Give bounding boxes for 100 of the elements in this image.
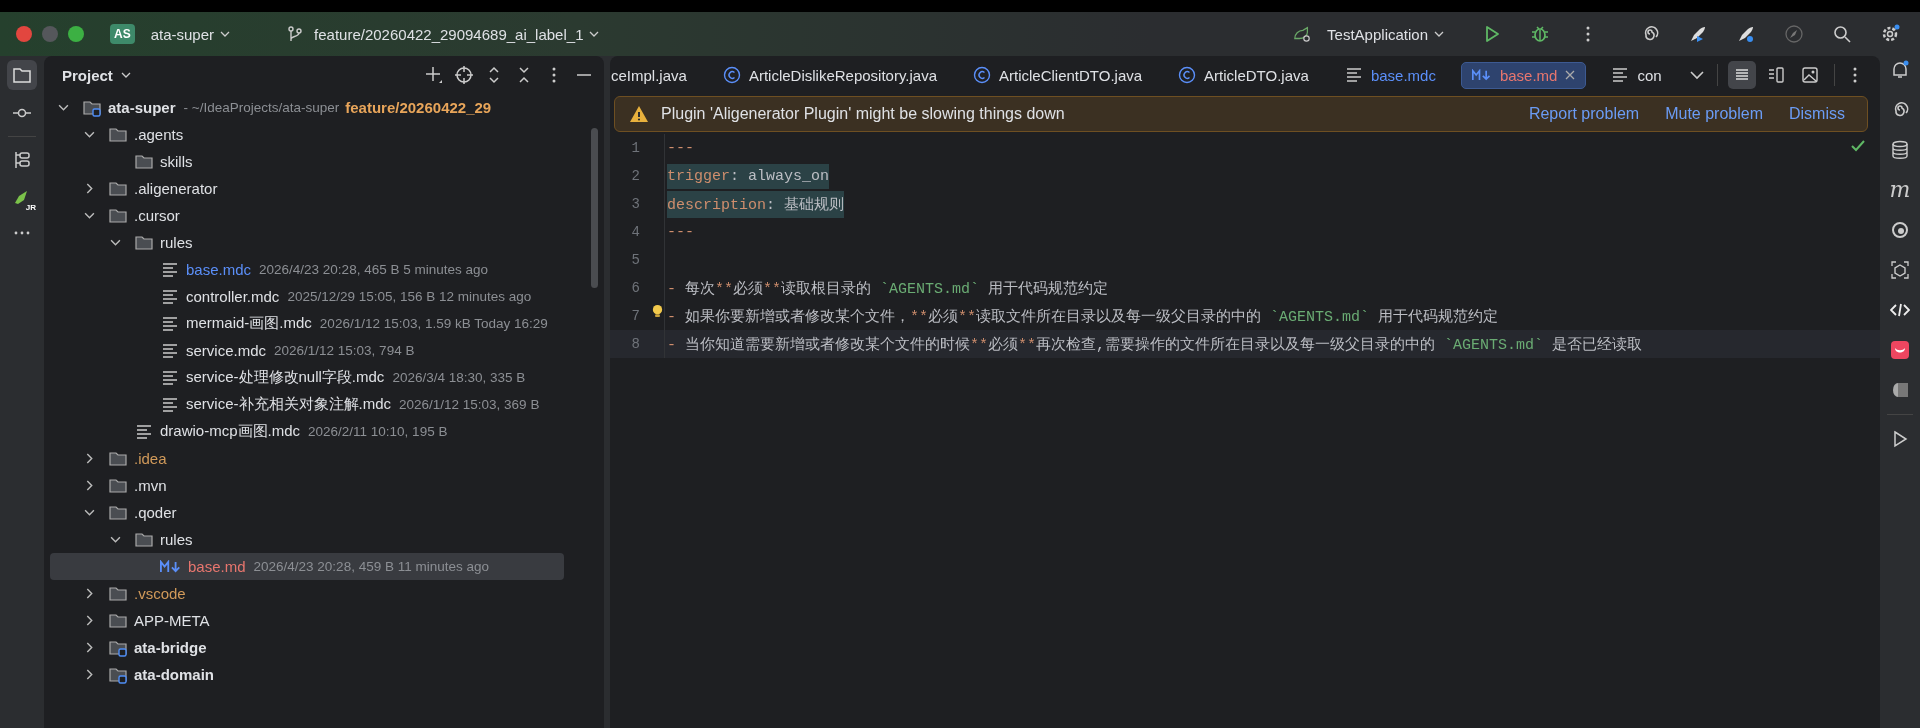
folder-icon — [108, 206, 128, 225]
editor-tab[interactable]: base.mdc — [1333, 61, 1447, 89]
notifications-icon[interactable] — [1890, 60, 1910, 80]
item-name: mermaid-画图.mdc — [186, 314, 312, 333]
cylinder-icon[interactable] — [1890, 380, 1910, 400]
close-icon[interactable] — [1565, 70, 1576, 80]
notification-link[interactable]: Dismiss — [1789, 105, 1845, 123]
panel-view-dropdown[interactable]: Project — [56, 65, 137, 85]
text-file-icon — [1611, 66, 1630, 84]
tree-item[interactable]: rules — [50, 526, 564, 553]
tree-item[interactable]: APP-META — [50, 607, 564, 634]
tree-item[interactable]: ata-super - ~/IdeaProjects/ata-super feature/20260422_29 — [50, 94, 564, 121]
text-file-icon — [160, 395, 180, 414]
lightbulb-icon[interactable] — [651, 304, 664, 319]
chevron-icon[interactable] — [109, 534, 121, 545]
add-icon[interactable] — [424, 65, 444, 85]
editor-tab[interactable]: ArticleClientDTO.java — [962, 61, 1154, 89]
tree-item[interactable]: .vscode — [50, 580, 564, 607]
text-file-icon — [160, 287, 180, 306]
item-name: drawio-mcp画图.mdc — [160, 422, 301, 441]
current-workspace-dropdown[interactable]: ata-super — [146, 25, 235, 43]
tree-item[interactable]: base.mdc 2026/4/23 20:28, 465 B 5 minutes ago — [50, 256, 564, 283]
plugin-label: JR — [25, 203, 36, 212]
close-window-icon[interactable] — [16, 26, 32, 42]
module-folder-icon — [82, 98, 102, 117]
chevron-icon[interactable] — [83, 507, 95, 518]
tree-item[interactable]: .agents — [50, 121, 564, 148]
swirl-icon[interactable] — [1890, 220, 1910, 240]
tree-item[interactable]: .qoder — [50, 499, 564, 526]
text-file-icon — [160, 260, 180, 279]
cube-icon[interactable] — [1890, 260, 1910, 280]
editor-tab[interactable]: ceImpl.java — [610, 61, 698, 89]
tree-item[interactable]: drawio-mcp画图.mdc 2026/2/11 10:10, 195 B — [50, 418, 564, 445]
markdown-icon — [160, 560, 182, 573]
tree-item[interactable]: .cursor — [50, 202, 564, 229]
tree-item[interactable]: controller.mdc 2025/12/29 15:05, 156 B 12 minutes ago — [50, 283, 564, 310]
tree-item[interactable]: service-处理修改null字段.mdc 2026/3/4 18:30, 335 B — [50, 364, 564, 391]
item-name: ata-bridge — [134, 639, 207, 656]
notification-link[interactable]: Mute problem — [1665, 105, 1763, 123]
class-icon — [722, 66, 741, 84]
bug-icon[interactable] — [1530, 24, 1550, 44]
text-file-icon — [134, 422, 154, 441]
code-line: - 当你知道需要新增或者修改某个文件的时候**必须**再次检查,需要操作的文件所在目录以及每一级父目录的中的 `AGENTS.md` 是否已经读取 — [667, 335, 1643, 356]
item-name: .cursor — [134, 207, 180, 224]
tree-item[interactable]: .mvn — [50, 472, 564, 499]
settings-icon[interactable] — [1880, 24, 1900, 44]
locate-icon[interactable] — [454, 65, 474, 85]
run-config-selector[interactable]: TestApplication — [1323, 25, 1448, 43]
tree-item[interactable]: ata-domain — [50, 661, 564, 688]
chevron-icon[interactable] — [57, 102, 69, 113]
tree-item[interactable]: .aligenerator — [50, 175, 564, 202]
chevron-icon[interactable] — [83, 129, 95, 140]
tree-item[interactable]: .idea — [50, 445, 564, 472]
project-tool-button[interactable] — [7, 60, 37, 90]
editor-tab[interactable]: ArticleDislikeRepository.java — [711, 61, 948, 89]
fullscreen-window-icon[interactable] — [68, 26, 84, 42]
structure-icon — [12, 150, 32, 170]
plugin-tool-button[interactable]: JR — [7, 183, 37, 213]
tree-item[interactable]: service.mdc 2026/1/12 15:03, 794 B — [50, 337, 564, 364]
editor-mode-button[interactable] — [1727, 61, 1756, 89]
item-name: rules — [160, 531, 193, 548]
item-name: rules — [160, 234, 193, 251]
folder-icon — [108, 449, 128, 468]
tree-item[interactable]: service-补充相关对象注解.mdc 2026/1/12 15:03, 369 B — [50, 391, 564, 418]
item-name: APP-META — [134, 612, 210, 629]
plugin-icon[interactable] — [1890, 340, 1910, 360]
item-name: service-处理修改null字段.mdc — [186, 368, 385, 387]
chevron-icon[interactable] — [109, 237, 121, 248]
item-name: .agents — [134, 126, 184, 143]
item-name: controller.mdc — [186, 288, 280, 305]
folder-icon — [108, 611, 128, 630]
search-icon[interactable] — [1832, 24, 1852, 44]
tree-item[interactable]: rules — [50, 229, 564, 256]
editor-tab[interactable]: ArticleDTO.java — [1167, 61, 1320, 89]
tree-item[interactable]: base.md 2026/4/23 20:28, 459 B 11 minutes ago — [50, 553, 564, 580]
branch-selector[interactable]: feature/20260422_29094689_ai_label_1 — [310, 25, 604, 43]
caret-icon — [1434, 31, 1444, 37]
check-icon — [1850, 138, 1866, 154]
item-name: service-补充相关对象注解.mdc — [186, 395, 391, 414]
folder-icon — [134, 530, 154, 549]
plugin-letter-icon[interactable]: m — [1889, 180, 1911, 200]
notification-link[interactable]: Report problem — [1528, 105, 1640, 123]
code-line: - 每次**必须**读取根目录的 `AGENTS.md` 用于代码规范约定 — [667, 279, 1109, 300]
folder-icon — [134, 152, 154, 171]
tree-item[interactable]: mermaid-画图.mdc 2026/1/12 15:03, 1.59 kB Today 16:29 — [50, 310, 564, 337]
item-name: .mvn — [134, 477, 167, 494]
item-name: base.md — [188, 558, 246, 575]
branch-label: feature/20260422_29 — [345, 99, 492, 116]
item-name: base.mdc — [186, 261, 252, 278]
tree-item[interactable]: ata-bridge — [50, 634, 564, 661]
folder-icon — [108, 179, 128, 198]
item-details: 2026/1/12 15:03, 369 B — [399, 397, 540, 412]
scrollbar[interactable] — [591, 128, 598, 288]
tree-item[interactable]: skills — [50, 148, 564, 175]
item-name: .vscode — [134, 585, 186, 602]
database-icon[interactable] — [1890, 140, 1910, 160]
editor-tab[interactable]: con — [1600, 61, 1673, 89]
chevron-icon[interactable] — [83, 210, 95, 221]
project-badge: AS — [110, 24, 135, 44]
text-file-icon — [160, 341, 180, 360]
